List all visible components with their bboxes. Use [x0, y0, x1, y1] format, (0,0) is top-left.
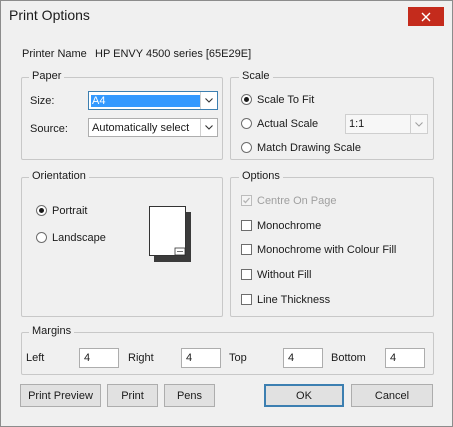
- source-select[interactable]: Automatically select: [88, 118, 218, 137]
- pens-button[interactable]: Pens: [164, 384, 215, 407]
- landscape-radio[interactable]: [36, 232, 47, 243]
- orientation-legend: Orientation: [29, 170, 89, 182]
- monochrome-label: Monochrome: [257, 220, 322, 232]
- monochrome-checkbox[interactable]: [241, 220, 252, 231]
- size-label: Size:: [30, 95, 55, 107]
- without-fill-checkbox[interactable]: [241, 269, 252, 280]
- centre-on-page-checkbox[interactable]: [241, 195, 252, 206]
- actual-scale-label: Actual Scale: [257, 118, 319, 130]
- line-thickness-checkbox[interactable]: [241, 294, 252, 305]
- portrait-page-icon: [149, 206, 191, 262]
- actual-scale-radio[interactable]: [241, 118, 252, 129]
- print-options-dialog: Print Options Printer Name HP ENVY 4500 …: [0, 0, 453, 427]
- monochrome-colour-fill-checkbox[interactable]: [241, 244, 252, 255]
- margin-left-input[interactable]: 4: [79, 348, 119, 368]
- scale-legend: Scale: [239, 70, 273, 82]
- scale-to-fit-label: Scale To Fit: [257, 94, 315, 106]
- landscape-label: Landscape: [52, 232, 106, 244]
- size-select-value: A4: [91, 94, 201, 107]
- margins-legend: Margins: [29, 325, 75, 337]
- margin-left-label: Left: [26, 352, 45, 364]
- margin-top-value: 4: [288, 352, 295, 364]
- options-legend: Options: [239, 170, 283, 182]
- source-label: Source:: [30, 123, 68, 135]
- chevron-down-icon[interactable]: [410, 115, 427, 133]
- margin-bottom-value: 4: [390, 352, 397, 364]
- match-drawing-scale-radio[interactable]: [241, 142, 252, 153]
- line-thickness-label: Line Thickness: [257, 294, 331, 306]
- margin-top-input[interactable]: 4: [283, 348, 323, 368]
- printer-name-value: HP ENVY 4500 series [65E29E]: [95, 48, 252, 60]
- orientation-group: [21, 177, 223, 317]
- margin-left-value: 4: [84, 352, 91, 364]
- portrait-label: Portrait: [52, 205, 88, 217]
- centre-on-page-label: Centre On Page: [257, 195, 337, 207]
- match-drawing-scale-label: Match Drawing Scale: [257, 142, 361, 154]
- portrait-radio[interactable]: [36, 205, 47, 216]
- paper-legend: Paper: [29, 70, 65, 82]
- monochrome-colour-fill-label: Monochrome with Colour Fill: [257, 244, 397, 256]
- dialog-title: Print Options: [9, 7, 90, 23]
- source-select-value: Automatically select: [92, 121, 190, 134]
- close-button[interactable]: [408, 7, 444, 26]
- print-button[interactable]: Print: [107, 384, 158, 407]
- margin-right-label: Right: [128, 352, 154, 364]
- size-select[interactable]: A4: [88, 91, 218, 110]
- chevron-down-icon[interactable]: [200, 119, 217, 136]
- printer-name-label: Printer Name: [22, 48, 87, 60]
- margin-bottom-input[interactable]: 4: [385, 348, 425, 368]
- chevron-down-icon[interactable]: [200, 92, 217, 109]
- margin-right-value: 4: [186, 352, 193, 364]
- margin-right-input[interactable]: 4: [181, 348, 221, 368]
- margin-bottom-label: Bottom: [331, 352, 366, 364]
- actual-scale-value: 1:1: [349, 118, 365, 130]
- close-icon: [421, 12, 431, 21]
- without-fill-label: Without Fill: [257, 269, 312, 281]
- ok-button[interactable]: OK: [264, 384, 344, 407]
- actual-scale-select[interactable]: 1:1: [345, 114, 428, 134]
- print-preview-button[interactable]: Print Preview: [20, 384, 101, 407]
- cancel-button[interactable]: Cancel: [351, 384, 433, 407]
- scale-to-fit-radio[interactable]: [241, 94, 252, 105]
- margin-top-label: Top: [229, 352, 247, 364]
